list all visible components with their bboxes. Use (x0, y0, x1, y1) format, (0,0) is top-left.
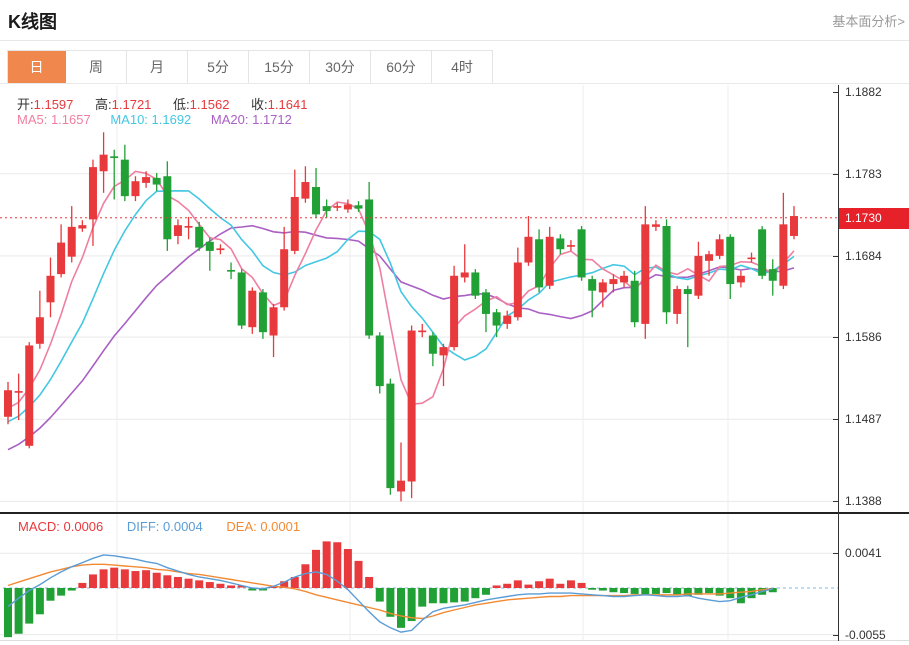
ma20-legend: MA20: 1.1712 (211, 112, 292, 127)
price-tick-1.1882: 1.1882 (845, 85, 882, 99)
macd-tick-0.0041-tick (833, 553, 838, 554)
macd-value-label: MACD: 0.0006 (18, 519, 103, 534)
tab-周[interactable]: 周 (66, 51, 127, 84)
price-tick-1.1487: 1.1487 (845, 412, 882, 426)
fundamental-analysis-link[interactable]: 基本面分析> (832, 11, 905, 30)
header-divider (0, 40, 909, 41)
macd-tick-0.0041: 0.0041 (845, 546, 882, 560)
price-tick-1.1783: 1.1783 (845, 167, 882, 181)
price-tick-1.1684: 1.1684 (845, 249, 882, 263)
close-label: 收: (251, 97, 268, 112)
price-axis-line (838, 85, 839, 641)
macd-legend: MACD: 0.0006 DIFF: 0.0004 DEA: 0.0001 (18, 519, 320, 534)
price-tick-1.1586-tick (833, 337, 838, 338)
low-value: 1.1562 (190, 97, 230, 112)
page-title: K线图 (8, 8, 57, 34)
price-tick-1.1783-tick (833, 174, 838, 175)
price-tick-1.1684-tick (833, 256, 838, 257)
dea-value-label: DEA: 0.0001 (226, 519, 300, 534)
ma5-legend: MA5: 1.1657 (17, 112, 91, 127)
tab-30分[interactable]: 30分 (310, 51, 371, 84)
panel-separator (0, 512, 909, 514)
ma-legend: MA5: 1.1657 MA10: 1.1692 MA20: 1.1712 (17, 112, 308, 127)
tab-日[interactable]: 日 (8, 51, 66, 84)
ohlc-legend: 开:1.1597 高:1.1721 低:1.1562 收:1.1641 (17, 94, 325, 113)
price-tick-1.1586: 1.1586 (845, 330, 882, 344)
high-value: 1.1721 (112, 97, 152, 112)
tab-月[interactable]: 月 (127, 51, 188, 84)
price-tick-1.1882-tick (833, 92, 838, 93)
high-label: 高: (95, 97, 112, 112)
kline-chart-canvas[interactable] (0, 85, 838, 641)
kline-page: K线图 基本面分析> 日周月5分15分30分60分4时 开:1.1597 高:1… (0, 0, 909, 645)
tab-60分[interactable]: 60分 (371, 51, 432, 84)
price-tick-1.1388: 1.1388 (845, 494, 882, 508)
tab-4时[interactable]: 4时 (432, 51, 493, 84)
chart-bottom-border (0, 640, 909, 641)
ma10-legend: MA10: 1.1692 (110, 112, 191, 127)
price-tick-1.1388-tick (833, 501, 838, 502)
tab-5分[interactable]: 5分 (188, 51, 249, 84)
price-tick-1.1487-tick (833, 419, 838, 420)
close-value: 1.1641 (268, 97, 308, 112)
open-value: 1.1597 (34, 97, 74, 112)
macd-tick--0.0055: -0.0055 (845, 628, 886, 642)
tabbar-underline (0, 83, 909, 84)
current-price-badge: 1.1730 (839, 208, 909, 229)
macd-tick--0.0055-tick (833, 635, 838, 636)
low-label: 低: (173, 97, 190, 112)
tab-15分[interactable]: 15分 (249, 51, 310, 84)
open-label: 开: (17, 97, 34, 112)
diff-value-label: DIFF: 0.0004 (127, 519, 203, 534)
timeframe-tabbar: 日周月5分15分30分60分4时 (7, 50, 493, 84)
